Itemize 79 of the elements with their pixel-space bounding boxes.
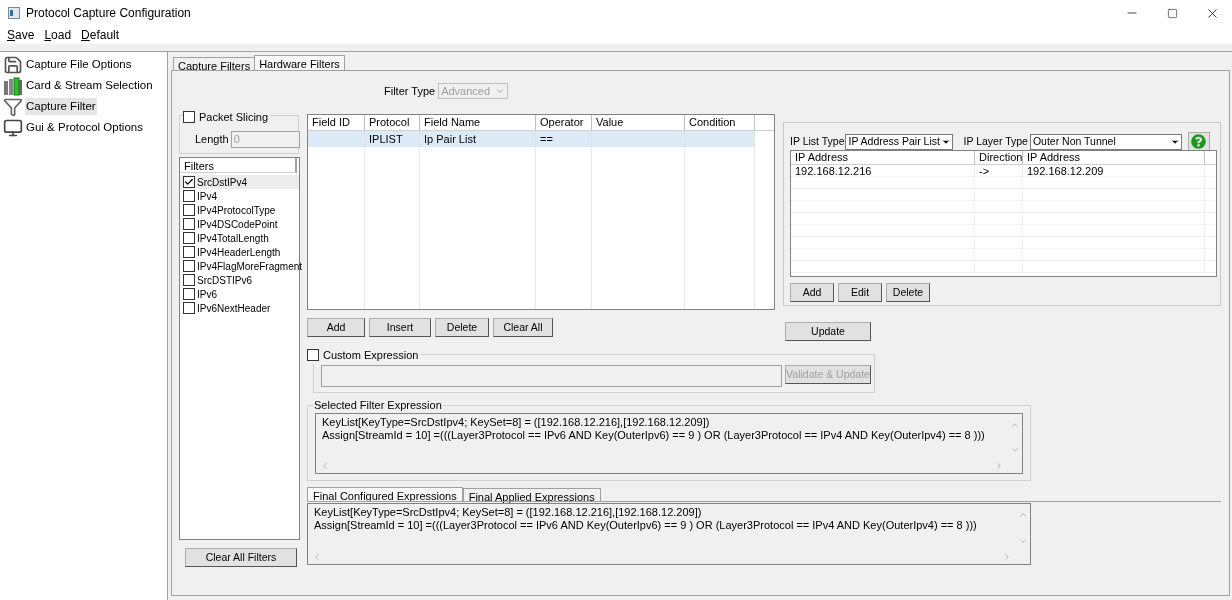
sidebar-item[interactable]: Gui & Protocol Options — [0, 117, 146, 138]
filter-item[interactable]: IPv6 — [180, 287, 299, 301]
tab[interactable]: Final Applied Expressions — [462, 488, 601, 501]
ip-list-type-dropdown[interactable]: IP Address Pair List — [845, 133, 954, 150]
window-title: Protocol Capture Configuration — [26, 5, 191, 22]
length-label: Length — [195, 132, 229, 148]
column-header[interactable]: Field ID — [308, 115, 365, 130]
filter-item[interactable]: IPv4TotalLength — [180, 231, 299, 245]
column-header[interactable]: Value — [592, 115, 685, 130]
sidebar-item[interactable]: Card & Stream Selection — [0, 75, 156, 96]
sidebar-item[interactable]: Capture File Options — [0, 54, 135, 75]
filter-item[interactable]: SrcDSTIPv6 — [180, 273, 299, 287]
expression-line: Assign[StreamId = 10] =(((Layer3Protocol == IPv6 AND Key(OuterIpv6) == 9 ) OR (Layer3Protocol == IPv4 AND Key(OuterIpv4) == 8 ))) — [322, 429, 986, 442]
filter-item[interactable]: IPv4 — [180, 189, 299, 203]
checkbox[interactable] — [183, 190, 195, 202]
checkbox[interactable] — [183, 302, 195, 314]
ip-list-button[interactable]: Add — [790, 283, 834, 302]
filter-item[interactable]: IPv6NextHeader — [180, 301, 299, 315]
ip-list-type-label: IP List Type — [790, 133, 845, 149]
column-header[interactable]: Direction — [975, 151, 1023, 164]
table-cell: 192.168.12.216 — [795, 165, 872, 177]
table-button[interactable]: Delete — [435, 318, 489, 337]
column-header[interactable]: Operator — [536, 115, 592, 130]
table-button[interactable]: Insert — [369, 318, 431, 337]
filter-type-label: Filter Type — [384, 83, 436, 99]
packet-slicing-label: Packet Slicing — [199, 110, 269, 125]
column-header[interactable]: Condition — [685, 115, 755, 130]
menu-item[interactable]: Load — [44, 28, 72, 42]
ip-layer-type-dropdown[interactable]: Outer Non Tunnel — [1029, 133, 1182, 150]
expression-line: KeyList[KeyType=SrcDstIpv4; KeySet=8] = ([192.168.12.216],[192.168.12.209]) — [322, 416, 711, 429]
column-header[interactable]: IP Address — [791, 151, 975, 164]
table-cell: Ip Pair List — [424, 133, 476, 145]
checkbox[interactable] — [183, 204, 195, 216]
filter-item[interactable]: IPv4HeaderLength — [180, 245, 299, 259]
expression-line: Assign[StreamId = 10] =(((Layer3Protocol == IPv6 AND Key(OuterIpv6) == 9 ) OR (Layer3Protocol == IPv4 AND Key(OuterIpv4) == 8 ))) — [314, 519, 978, 532]
ip-layer-type-label: IP Layer Type — [963, 133, 1028, 149]
table-cell: -> — [979, 165, 990, 177]
ip-list-button[interactable]: Delete — [886, 283, 930, 302]
checkbox[interactable] — [183, 218, 195, 230]
filter-item[interactable]: IPv4ProtocolType — [180, 203, 299, 217]
expression-line: KeyList[KeyType=SrcDstIpv4; KeySet=8] = ([192.168.12.216],[192.168.12.209]) — [314, 506, 703, 519]
help-icon — [1191, 134, 1207, 149]
checkbox[interactable] — [183, 260, 195, 272]
checkbox[interactable] — [307, 349, 319, 362]
clear-all-filters-button[interactable]: Clear All Filters — [185, 548, 297, 568]
checkbox[interactable] — [183, 246, 195, 258]
menu-item[interactable]: Default — [81, 28, 120, 42]
maximize-icon — [1166, 7, 1178, 19]
tab[interactable]: Final Configured Expressions — [307, 487, 463, 501]
column-header[interactable]: Field Name — [420, 115, 536, 130]
checkbox[interactable] — [183, 288, 195, 300]
tab[interactable]: Capture Filters — [173, 57, 255, 70]
checkbox[interactable] — [183, 274, 195, 286]
table-button[interactable]: Add — [307, 318, 365, 337]
table-row[interactable]: IPLIST Ip Pair List == — [308, 131, 755, 147]
funnel-icon — [3, 96, 23, 117]
table-cell: 192.168.12.209 — [1027, 165, 1104, 177]
column-header: Filters — [180, 158, 297, 173]
column-header[interactable]: Protocol — [365, 115, 420, 130]
checkbox[interactable] — [183, 232, 195, 244]
custom-expression-field[interactable] — [321, 365, 782, 387]
menu-item[interactable]: Save — [7, 28, 35, 42]
check-icon — [184, 177, 194, 187]
tab[interactable]: Hardware Filters — [254, 55, 345, 70]
monitor-icon — [3, 117, 23, 138]
ip-list-button[interactable]: Edit — [838, 283, 882, 302]
filter-item[interactable]: SrcDstIPv4 — [180, 175, 299, 189]
group-title: Selected Filter Expression — [313, 399, 443, 411]
cards-icon — [3, 75, 23, 96]
filter-item[interactable]: IPv4DSCodePoint — [180, 217, 299, 231]
table-button[interactable]: Clear All — [493, 318, 553, 337]
app-icon — [8, 7, 20, 19]
update-button[interactable]: Update — [785, 322, 871, 342]
table-cell: IPLIST — [369, 133, 403, 145]
checkbox[interactable] — [183, 176, 195, 188]
custom-expression-label: Custom Expression — [323, 348, 419, 363]
checkbox[interactable] — [183, 111, 195, 124]
column-header[interactable]: IP Address — [1023, 151, 1205, 164]
table-cell: == — [540, 133, 553, 145]
